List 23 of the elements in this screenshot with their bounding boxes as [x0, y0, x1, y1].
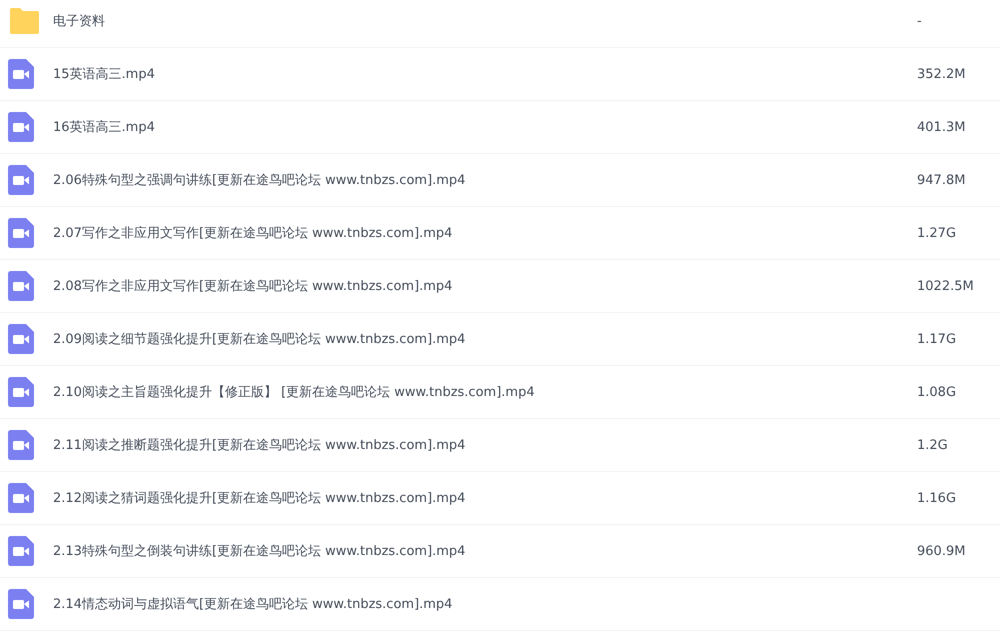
file-size: 1.27G [917, 226, 958, 240]
file-size: 1.08G [917, 384, 958, 400]
file-size: 1.17G [917, 332, 958, 346]
file-name[interactable]: 2.13特殊句型之倒装句讲练[更新在途鸟吧论坛 www.tnbzs.com].mp4 [53, 542, 917, 560]
file-name[interactable]: 2.10阅读之主旨题强化提升【修正版】 [更新在途鸟吧论坛 www.tnbzs.com].mp4 [53, 383, 917, 401]
file-size: 947.8M [917, 172, 966, 188]
file-name[interactable]: 2.14情态动词与虚拟语气[更新在途鸟吧论坛 www.tnbzs.com].mp4 [53, 595, 1000, 613]
file-size: 1.2G [917, 438, 949, 452]
file-size: 401.3M [917, 120, 966, 134]
file-name[interactable]: 电子资料 [53, 12, 917, 30]
file-name[interactable]: 2.09阅读之细节题强化提升[更新在途鸟吧论坛 www.tnbzs.com].mp4 [53, 330, 917, 348]
file-name[interactable]: 15英语高三.mp4 [53, 65, 917, 83]
file-name[interactable]: 2.07写作之非应用文写作[更新在途鸟吧论坛 www.tnbzs.com].mp4 [53, 224, 917, 242]
file-size: - [917, 14, 923, 28]
file-name[interactable]: 2.11阅读之推断题强化提升[更新在途鸟吧论坛 www.tnbzs.com].mp4 [53, 436, 917, 454]
file-size: 960.9M [917, 544, 966, 558]
file-name[interactable]: 2.12阅读之猜词题强化提升[更新在途鸟吧论坛 www.tnbzs.com].mp4 [53, 489, 917, 507]
file-size: 1022.5M [917, 278, 975, 294]
file-size: 1.16G [917, 490, 958, 506]
file-name[interactable]: 2.06特殊句型之强调句讲练[更新在途鸟吧论坛 www.tnbzs.com].mp4 [53, 171, 917, 189]
file-name[interactable]: 16英语高三.mp4 [53, 118, 917, 136]
file-name[interactable]: 2.08写作之非应用文写作[更新在途鸟吧论坛 www.tnbzs.com].mp4 [53, 277, 917, 295]
file-size: 352.2M [917, 66, 966, 82]
